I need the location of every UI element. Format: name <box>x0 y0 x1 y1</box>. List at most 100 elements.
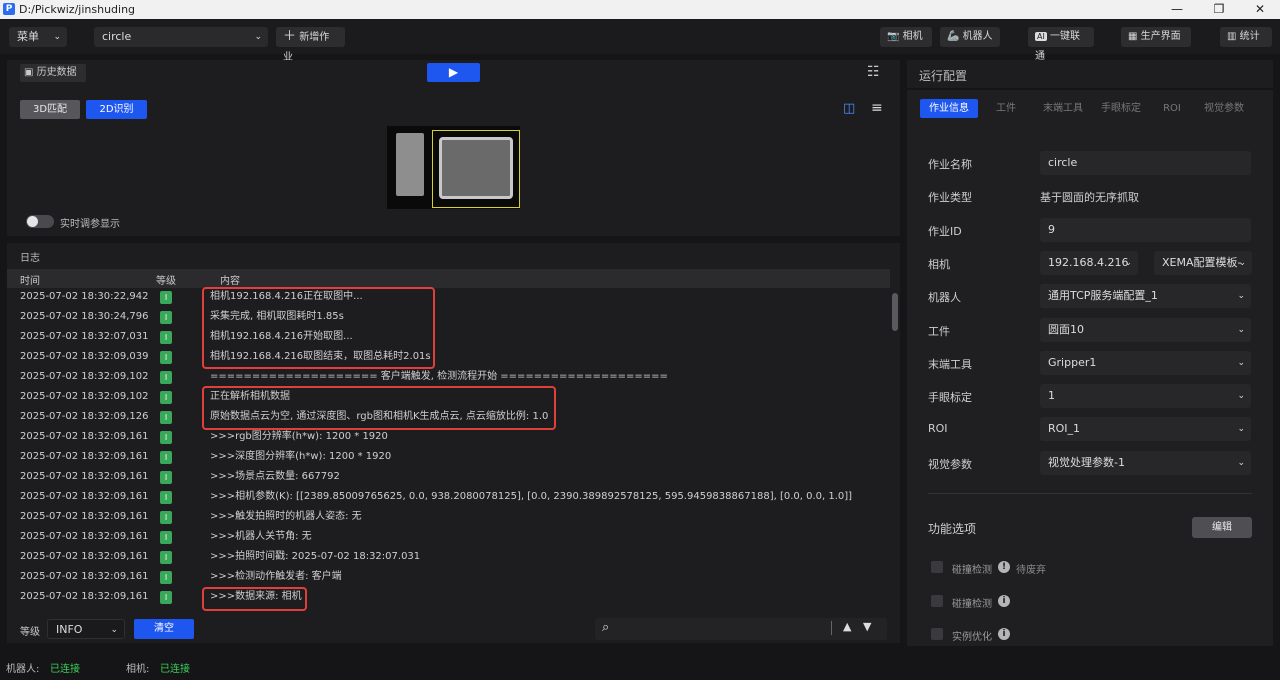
camera-image <box>387 126 520 209</box>
chevron-down-icon: ⌄ <box>1237 391 1245 402</box>
log-time: 2025-07-02 18:32:09,161 <box>20 591 149 602</box>
history-button[interactable]: ▣ 历史数据 <box>20 64 86 82</box>
option-checkbox-1[interactable] <box>931 561 943 573</box>
config-value-2: XEMA配置模板- <box>1162 255 1242 269</box>
config-input[interactable]: 9 <box>1040 217 1251 242</box>
log-level-badge: I <box>160 591 172 604</box>
log-level-badge: I <box>160 391 172 404</box>
config-select[interactable]: ROI_1 ⌄ <box>1040 417 1251 442</box>
config-value: ROI_1 <box>1048 422 1081 436</box>
camera-button[interactable]: 📷 相机 <box>880 27 932 47</box>
log-level-badge: I <box>160 291 172 304</box>
option-checkbox-3[interactable] <box>931 628 943 640</box>
log-search-input[interactable] <box>625 621 825 637</box>
config-select[interactable]: 视觉处理参数-1 ⌄ <box>1040 450 1251 475</box>
log-row[interactable]: 2025-07-02 18:30:22,942 I 相机192.168.4.216正… <box>7 287 890 307</box>
tab-0[interactable]: 作业信息 <box>920 99 978 118</box>
prev-match-icon[interactable]: ▲ <box>843 620 851 633</box>
production-button[interactable]: ▦ 生产界面 <box>1121 27 1191 47</box>
config-select[interactable]: 通用TCP服务端配置_1 ⌄ <box>1040 284 1251 309</box>
option-checkbox-2[interactable] <box>931 595 943 607</box>
realtime-toggle[interactable] <box>26 215 54 228</box>
chevron-down-icon: ⌄ <box>110 625 118 635</box>
menu-dropdown[interactable]: 菜单 ⌄ <box>9 27 67 47</box>
log-level-badge: I <box>160 331 172 344</box>
camera-icon: 📷 <box>887 31 900 42</box>
one-click-connect-button[interactable]: AI 一键联通 <box>1028 27 1094 62</box>
highlight-box <box>202 287 435 369</box>
log-row[interactable]: 2025-07-02 18:32:09,161 I >>>相机参数(K): [[23… <box>7 487 890 507</box>
log-level-badge: I <box>160 531 172 544</box>
config-label: 机器人 <box>928 291 961 305</box>
log-time: 2025-07-02 18:32:09,161 <box>20 571 149 582</box>
log-row[interactable]: 2025-07-02 18:32:09,161 I >>>rgb图分辨率(h*w):… <box>7 427 890 447</box>
config-select[interactable]: 圆面10 ⌄ <box>1040 317 1251 342</box>
robot-button-label: 机器人 <box>962 31 993 42</box>
config-row: 末端工具 Gripper1 ⌄ <box>928 350 1253 375</box>
job-select[interactable]: circle ⌄ <box>94 27 268 47</box>
log-row[interactable]: 2025-07-02 18:32:09,161 I >>>触发拍照时的机器人姿态: … <box>7 507 890 527</box>
tab-3d-match[interactable]: 3D匹配 <box>20 100 80 119</box>
menu-icon[interactable]: ≡ <box>871 100 883 116</box>
split-view-icon[interactable]: ◫ <box>843 101 855 116</box>
new-job-button[interactable]: ＋ 新增作业 <box>276 27 345 63</box>
log-row[interactable]: 2025-07-02 18:30:24,796 I 采集完成, 相机取图耗时1.85… <box>7 307 890 327</box>
log-level-badge: I <box>160 551 172 564</box>
config-input[interactable]: circle <box>1040 151 1251 175</box>
log-row[interactable]: 2025-07-02 18:32:09,161 I >>>拍照时间戳: 2025-0… <box>7 547 890 567</box>
tab-2[interactable]: 末端工具 <box>1034 99 1092 118</box>
log-scrollbar[interactable] <box>892 293 898 331</box>
log-row[interactable]: 2025-07-02 18:32:07,031 I 相机192.168.4.216开… <box>7 327 890 347</box>
chevron-down-icon: ⌄ <box>53 32 61 42</box>
log-time: 2025-07-02 18:32:09,161 <box>20 451 149 462</box>
config-label: 视觉参数 <box>928 457 972 471</box>
status-bar: 机器人: 已连接 相机: 已连接 <box>0 652 1280 680</box>
maximize-button[interactable]: ❐ <box>1204 2 1234 17</box>
config-select[interactable]: 1 ⌄ <box>1040 384 1251 409</box>
settings-list-icon[interactable]: ☷ <box>867 64 880 80</box>
tab-4[interactable]: ROI <box>1150 99 1194 118</box>
camera-ip-select[interactable]: 192.168.4.216 ⌄ <box>1040 250 1138 275</box>
run-button[interactable]: ▶ <box>427 63 480 82</box>
minimize-button[interactable]: — <box>1162 2 1192 17</box>
log-time: 2025-07-02 18:32:09,161 <box>20 491 149 502</box>
edit-button[interactable]: 编辑 <box>1192 517 1252 538</box>
log-row[interactable]: 2025-07-02 18:32:09,039 I 相机192.168.4.216取… <box>7 347 890 367</box>
camera-status-value: 已连接 <box>160 664 190 675</box>
image-box-left <box>396 133 424 196</box>
config-value: 圆面10 <box>1048 322 1084 336</box>
col-level: 等级 <box>156 276 176 287</box>
tab-1[interactable]: 工件 <box>979 99 1033 118</box>
stats-button[interactable]: ▥ 统计 <box>1220 27 1272 47</box>
tab-3[interactable]: 手眼标定 <box>1093 99 1149 118</box>
log-time: 2025-07-02 18:32:09,102 <box>20 391 149 402</box>
robot-button[interactable]: 🦾 机器人 <box>940 27 1000 47</box>
log-row[interactable]: 2025-07-02 18:32:09,161 I >>>场景点云数量: 66779… <box>7 467 890 487</box>
log-row[interactable]: 2025-07-02 18:32:09,161 I >>>数据来源: 相机 <box>7 587 890 607</box>
close-button[interactable]: ✕ <box>1245 2 1275 17</box>
log-row[interactable]: 2025-07-02 18:32:09,102 I ================… <box>7 367 890 387</box>
plus-icon: ＋ <box>283 29 297 44</box>
chevron-down-icon: ⌄ <box>1237 357 1245 368</box>
chevron-down-icon: ⌄ <box>1237 291 1245 302</box>
job-select-value: circle <box>102 30 132 43</box>
next-match-icon[interactable]: ▼ <box>863 620 871 633</box>
production-icon: ▦ <box>1128 31 1138 42</box>
level-filter-select[interactable]: INFO ⌄ <box>47 619 125 639</box>
camera-config-select[interactable]: XEMA配置模板- ⌄ <box>1154 250 1252 275</box>
config-header: 运行配置 <box>907 60 1273 88</box>
log-row[interactable]: 2025-07-02 18:32:09,161 I >>>检测动作触发者: 客户端 <box>7 567 890 587</box>
tab-2d-recognition[interactable]: 2D识别 <box>86 100 147 119</box>
divider <box>831 621 832 635</box>
config-select[interactable]: Gripper1 ⌄ <box>1040 350 1251 375</box>
clear-log-button[interactable]: 清空 <box>134 619 194 639</box>
log-time: 2025-07-02 18:30:24,796 <box>20 311 149 322</box>
config-label: 作业名称 <box>928 158 972 171</box>
log-row[interactable]: 2025-07-02 18:32:09,161 I >>>机器人关节角: 无 <box>7 527 890 547</box>
menu-label: 菜单 <box>17 30 39 43</box>
info-icon: ! <box>998 561 1010 573</box>
log-row[interactable]: 2025-07-02 18:32:09,161 I >>>深度图分辨率(h*w): … <box>7 447 890 467</box>
tab-5[interactable]: 视觉参数 <box>1195 99 1253 118</box>
log-level-badge: I <box>160 431 172 444</box>
bar-chart-icon: ▥ <box>1227 31 1237 42</box>
